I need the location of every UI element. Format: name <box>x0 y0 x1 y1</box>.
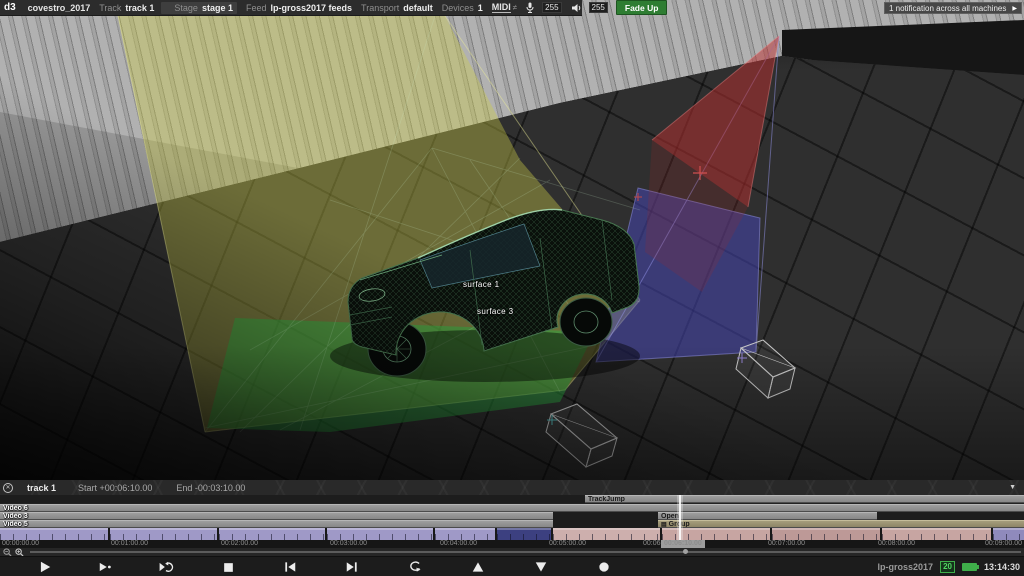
fade-up-button[interactable]: Fade Up <box>616 0 668 15</box>
keyframe-segment[interactable] <box>993 528 1024 540</box>
keyframe-segment[interactable] <box>553 528 660 540</box>
notification-expand-icon: ▶ <box>1012 5 1017 12</box>
track-up-button[interactable] <box>460 557 496 576</box>
ruler-tick: 00:09:00.00 <box>985 540 1022 548</box>
layer-bar-video5[interactable]: Video 5 <box>0 520 553 528</box>
ruler-tick: 00:02:00.00 <box>221 540 258 548</box>
track-start-time: Start +00:06:10.00 <box>78 483 152 493</box>
projection-overlay <box>0 0 1024 480</box>
stage-3d-viewport[interactable]: surface 1 surface 3 <box>0 0 1024 480</box>
notification-text: 1 notification across all machines <box>889 4 1006 13</box>
keyframe-segment[interactable] <box>110 528 217 540</box>
app-window: surface 1 surface 3 d3 covestro_2017 Tra… <box>0 0 1024 576</box>
midi-menu[interactable]: MIDI <box>492 2 511 13</box>
ruler-tick: 00:07:00.00 <box>768 540 805 548</box>
clock-display: 13:14:30 <box>984 562 1020 572</box>
playhead[interactable] <box>677 495 683 540</box>
devices-label: Devices <box>442 3 474 13</box>
track-label: Track <box>99 3 121 13</box>
previous-section-button[interactable] <box>272 557 308 576</box>
play-section-button[interactable] <box>87 557 123 576</box>
keyframe-segment[interactable] <box>772 528 880 540</box>
mic-level-field[interactable]: 255 <box>542 2 561 13</box>
stage-selector[interactable]: Stage stage 1 <box>161 2 237 14</box>
time-ruler[interactable]: 00:00:00.00 00:01:00.00 00:02:00.00 00:0… <box>0 540 1024 548</box>
notifications-button[interactable]: 1 notification across all machines ▶ <box>884 2 1022 14</box>
track-down-button[interactable] <box>523 557 559 576</box>
next-section-button[interactable] <box>334 557 370 576</box>
track-name[interactable]: track 1 <box>27 483 56 493</box>
transport-bar: lp-gross2017 20 13:14:30 <box>0 556 1024 576</box>
keyframe-segment[interactable] <box>497 528 551 540</box>
fps-badge: 20 <box>940 561 955 573</box>
transport-label: Transport <box>361 3 399 13</box>
keyframe-segment[interactable] <box>327 528 433 540</box>
feed-value[interactable]: lp-gross2017 feeds <box>271 3 353 13</box>
ruler-tick: 00:01:00.00 <box>111 540 148 548</box>
track-value[interactable]: track 1 <box>125 3 154 13</box>
close-track-icon[interactable]: ✕ <box>3 483 13 493</box>
layer-row-video6: Video 6 <box>0 504 1024 512</box>
feed-label: Feed <box>246 3 267 13</box>
track-end-time: End -00:03:10.00 <box>176 483 245 493</box>
current-time-badge: 00:06:10.00 <box>661 540 705 548</box>
stage-label: Stage <box>174 3 198 13</box>
open-clip-bar[interactable]: Open <box>658 512 877 520</box>
group-clip-bar[interactable]: ▤Group <box>658 520 1024 528</box>
project-name[interactable]: covestro_2017 <box>28 3 91 13</box>
timeline-scrollbar[interactable] <box>30 551 1021 553</box>
midi-symbol-icon: ≠ <box>513 3 517 12</box>
microphone-icon <box>526 2 534 13</box>
layer-row-video3: Video 3 Open <box>0 512 1024 520</box>
status-cluster: lp-gross2017 20 13:14:30 <box>878 557 1020 576</box>
surface-3-label[interactable]: surface 3 <box>477 307 514 316</box>
speaker-icon <box>571 3 581 13</box>
machine-name: lp-gross2017 <box>878 562 934 572</box>
projector-box-left <box>546 404 617 467</box>
output-level-field[interactable]: 255 <box>589 2 608 13</box>
battery-icon <box>962 563 977 571</box>
timeline-zoom-row <box>0 548 1024 556</box>
surface-1-label[interactable]: surface 1 <box>463 280 500 289</box>
trackjump-bar[interactable]: TrackJump <box>585 495 1024 503</box>
car-rear-wheel <box>560 298 612 346</box>
scrollbar-handle[interactable] <box>683 549 688 554</box>
stage-value[interactable]: stage 1 <box>202 3 233 13</box>
projector-box-right <box>736 340 795 398</box>
ruler-tick: 00:08:00.00 <box>878 540 915 548</box>
keyframe-strip[interactable] <box>0 528 1024 540</box>
trackjump-row: TrackJump <box>0 495 1024 503</box>
layer-bar-video6[interactable]: Video 6 <box>0 504 1024 512</box>
ruler-tick: 00:03:00.00 <box>330 540 367 548</box>
timeline-panel: ✕ track 1 Start +00:06:10.00 End -00:03:… <box>0 480 1024 576</box>
stop-button[interactable] <box>210 557 246 576</box>
loop-section-button[interactable] <box>148 557 184 576</box>
record-button[interactable] <box>586 557 622 576</box>
track-dropdown-icon[interactable]: ▼ <box>1009 484 1016 491</box>
keyframe-segment[interactable] <box>219 528 325 540</box>
top-menu-bar: d3 covestro_2017 Track track 1 Stage sta… <box>0 0 582 16</box>
keyframe-segment[interactable] <box>0 528 108 540</box>
keyframe-segment[interactable] <box>435 528 495 540</box>
play-button[interactable] <box>27 557 63 576</box>
d3-logo[interactable]: d3 <box>4 2 16 13</box>
layer-row-video5: Video 5 ▤Group <box>0 520 1024 528</box>
keyframe-segment[interactable] <box>882 528 991 540</box>
layer-bar-video3[interactable]: Video 3 <box>0 512 553 520</box>
transport-value[interactable]: default <box>403 3 433 13</box>
return-to-start-button[interactable] <box>397 557 433 576</box>
devices-value[interactable]: 1 <box>478 3 483 13</box>
ruler-tick: 00:05:00.00 <box>549 540 586 548</box>
track-header: ✕ track 1 Start +00:06:10.00 End -00:03:… <box>0 480 1024 495</box>
ruler-tick: 00:04:00.00 <box>440 540 477 548</box>
